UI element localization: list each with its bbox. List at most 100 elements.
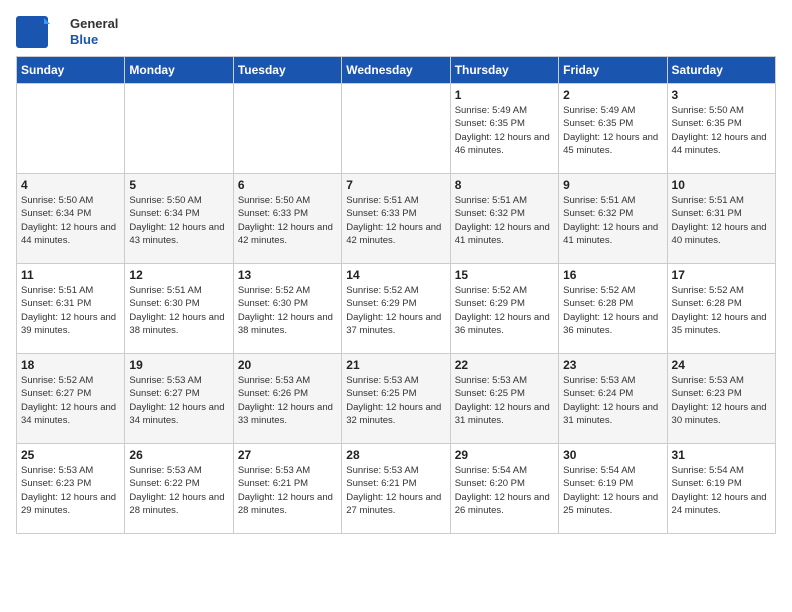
day-number: 22 <box>455 358 554 372</box>
calendar-cell: 3Sunrise: 5:50 AM Sunset: 6:35 PM Daylig… <box>667 84 775 174</box>
day-info: Sunrise: 5:53 AM Sunset: 6:21 PM Dayligh… <box>238 464 337 517</box>
day-number: 1 <box>455 88 554 102</box>
day-number: 12 <box>129 268 228 282</box>
day-number: 31 <box>672 448 771 462</box>
day-info: Sunrise: 5:52 AM Sunset: 6:30 PM Dayligh… <box>238 284 337 337</box>
calendar-week-row: 11 Sunrise: 5:51 AM Sunset: 6:31 PM Dayli… <box>17 264 776 354</box>
calendar-cell: 31 Sunrise: 5:54 AM Sunset: 6:19 PM Dayli… <box>667 444 775 534</box>
calendar-cell: 15Sunrise: 5:52 AM Sunset: 6:29 PM Dayli… <box>450 264 558 354</box>
day-number: 20 <box>238 358 337 372</box>
calendar-cell: 2 Sunrise: 5:49 AM Sunset: 6:35 PM Daylig… <box>559 84 667 174</box>
day-info: Sunrise: 5:53 AM Sunset: 6:27 PM Dayligh… <box>129 374 228 427</box>
calendar-cell: 17 Sunrise: 5:52 AM Sunset: 6:28 PM Dayli… <box>667 264 775 354</box>
day-info: Sunrise: 5:53 AM Sunset: 6:23 PM Dayligh… <box>672 374 771 427</box>
day-info: Sunrise: 5:53 AM Sunset: 6:25 PM Dayligh… <box>346 374 445 427</box>
day-number: 5 <box>129 178 228 192</box>
day-info: Sunrise: 5:52 AM Sunset: 6:27 PM Dayligh… <box>21 374 120 427</box>
calendar-cell: 18 Sunrise: 5:52 AM Sunset: 6:27 PM Dayli… <box>17 354 125 444</box>
day-number: 13 <box>238 268 337 282</box>
day-info: Sunrise: 5:51 AM Sunset: 6:30 PM Dayligh… <box>129 284 228 337</box>
calendar-cell: 25Sunrise: 5:53 AM Sunset: 6:23 PM Dayli… <box>17 444 125 534</box>
calendar-cell <box>342 84 450 174</box>
day-info: Sunrise: 5:53 AM Sunset: 6:26 PM Dayligh… <box>238 374 337 427</box>
day-info: Sunrise: 5:51 AM Sunset: 6:32 PM Dayligh… <box>455 194 554 247</box>
calendar-cell: 7 Sunrise: 5:51 AM Sunset: 6:33 PM Daylig… <box>342 174 450 264</box>
day-number: 16 <box>563 268 662 282</box>
day-info: Sunrise: 5:51 AM Sunset: 6:31 PM Dayligh… <box>672 194 771 247</box>
day-info: Sunrise: 5:54 AM Sunset: 6:20 PM Dayligh… <box>455 464 554 517</box>
day-info: Sunrise: 5:51 AM Sunset: 6:31 PM Dayligh… <box>21 284 120 337</box>
day-info: Sunrise: 5:53 AM Sunset: 6:24 PM Dayligh… <box>563 374 662 427</box>
day-number: 29 <box>455 448 554 462</box>
calendar-cell: 23 Sunrise: 5:53 AM Sunset: 6:24 PM Dayli… <box>559 354 667 444</box>
day-info: Sunrise: 5:52 AM Sunset: 6:29 PM Dayligh… <box>455 284 554 337</box>
day-number: 28 <box>346 448 445 462</box>
calendar-cell: 4Sunrise: 5:50 AM Sunset: 6:34 PM Daylig… <box>17 174 125 264</box>
day-number: 3 <box>672 88 771 102</box>
day-number: 17 <box>672 268 771 282</box>
weekday-header: Wednesday <box>342 57 450 84</box>
calendar-cell: 5Sunrise: 5:50 AM Sunset: 6:34 PM Daylig… <box>125 174 233 264</box>
day-info: Sunrise: 5:53 AM Sunset: 6:21 PM Dayligh… <box>346 464 445 517</box>
day-info: Sunrise: 5:52 AM Sunset: 6:29 PM Dayligh… <box>346 284 445 337</box>
day-info: Sunrise: 5:49 AM Sunset: 6:35 PM Dayligh… <box>563 104 662 157</box>
weekday-header-row: SundayMondayTuesdayWednesdayThursdayFrid… <box>17 57 776 84</box>
day-number: 2 <box>563 88 662 102</box>
calendar-cell: 8 Sunrise: 5:51 AM Sunset: 6:32 PM Daylig… <box>450 174 558 264</box>
calendar-cell: 29 Sunrise: 5:54 AM Sunset: 6:20 PM Dayli… <box>450 444 558 534</box>
calendar-cell: 20 Sunrise: 5:53 AM Sunset: 6:26 PM Dayli… <box>233 354 341 444</box>
day-number: 24 <box>672 358 771 372</box>
day-number: 27 <box>238 448 337 462</box>
calendar-cell: 21 Sunrise: 5:53 AM Sunset: 6:25 PM Dayli… <box>342 354 450 444</box>
calendar-cell: 27 Sunrise: 5:53 AM Sunset: 6:21 PM Dayli… <box>233 444 341 534</box>
calendar-cell: 28 Sunrise: 5:53 AM Sunset: 6:21 PM Dayli… <box>342 444 450 534</box>
day-number: 9 <box>563 178 662 192</box>
calendar-week-row: 25Sunrise: 5:53 AM Sunset: 6:23 PM Dayli… <box>17 444 776 534</box>
day-info: Sunrise: 5:52 AM Sunset: 6:28 PM Dayligh… <box>672 284 771 337</box>
day-number: 6 <box>238 178 337 192</box>
day-info: Sunrise: 5:54 AM Sunset: 6:19 PM Dayligh… <box>563 464 662 517</box>
calendar-cell: 10 Sunrise: 5:51 AM Sunset: 6:31 PM Dayli… <box>667 174 775 264</box>
calendar-cell: 30Sunrise: 5:54 AM Sunset: 6:19 PM Dayli… <box>559 444 667 534</box>
day-number: 18 <box>21 358 120 372</box>
day-info: Sunrise: 5:51 AM Sunset: 6:33 PM Dayligh… <box>346 194 445 247</box>
weekday-header: Tuesday <box>233 57 341 84</box>
weekday-header: Saturday <box>667 57 775 84</box>
day-number: 23 <box>563 358 662 372</box>
calendar-cell: 12 Sunrise: 5:51 AM Sunset: 6:30 PM Dayli… <box>125 264 233 354</box>
day-info: Sunrise: 5:51 AM Sunset: 6:32 PM Dayligh… <box>563 194 662 247</box>
calendar-cell <box>233 84 341 174</box>
day-info: Sunrise: 5:53 AM Sunset: 6:25 PM Dayligh… <box>455 374 554 427</box>
day-number: 7 <box>346 178 445 192</box>
day-number: 11 <box>21 268 120 282</box>
weekday-header: Thursday <box>450 57 558 84</box>
calendar-cell: 13 Sunrise: 5:52 AM Sunset: 6:30 PM Dayli… <box>233 264 341 354</box>
calendar-week-row: 18 Sunrise: 5:52 AM Sunset: 6:27 PM Dayli… <box>17 354 776 444</box>
day-info: Sunrise: 5:50 AM Sunset: 6:34 PM Dayligh… <box>21 194 120 247</box>
day-number: 8 <box>455 178 554 192</box>
day-number: 21 <box>346 358 445 372</box>
calendar-cell: 19Sunrise: 5:53 AM Sunset: 6:27 PM Dayli… <box>125 354 233 444</box>
logo-general: General <box>70 16 118 32</box>
day-info: Sunrise: 5:52 AM Sunset: 6:28 PM Dayligh… <box>563 284 662 337</box>
calendar-cell: 24 Sunrise: 5:53 AM Sunset: 6:23 PM Dayli… <box>667 354 775 444</box>
logo: General Blue <box>16 16 118 48</box>
calendar-week-row: 4Sunrise: 5:50 AM Sunset: 6:34 PM Daylig… <box>17 174 776 264</box>
day-info: Sunrise: 5:54 AM Sunset: 6:19 PM Dayligh… <box>672 464 771 517</box>
day-number: 14 <box>346 268 445 282</box>
page-header: General Blue <box>16 16 776 48</box>
calendar-table: SundayMondayTuesdayWednesdayThursdayFrid… <box>16 56 776 534</box>
calendar-cell: 16 Sunrise: 5:52 AM Sunset: 6:28 PM Dayli… <box>559 264 667 354</box>
weekday-header: Friday <box>559 57 667 84</box>
day-info: Sunrise: 5:53 AM Sunset: 6:22 PM Dayligh… <box>129 464 228 517</box>
weekday-header: Sunday <box>17 57 125 84</box>
calendar-cell: 14 Sunrise: 5:52 AM Sunset: 6:29 PM Dayli… <box>342 264 450 354</box>
logo-blue: Blue <box>70 32 118 48</box>
day-number: 10 <box>672 178 771 192</box>
calendar-week-row: 1 Sunrise: 5:49 AM Sunset: 6:35 PM Daylig… <box>17 84 776 174</box>
day-number: 26 <box>129 448 228 462</box>
day-number: 25 <box>21 448 120 462</box>
calendar-cell: 6Sunrise: 5:50 AM Sunset: 6:33 PM Daylig… <box>233 174 341 264</box>
calendar-cell: 22 Sunrise: 5:53 AM Sunset: 6:25 PM Dayli… <box>450 354 558 444</box>
calendar-cell <box>17 84 125 174</box>
